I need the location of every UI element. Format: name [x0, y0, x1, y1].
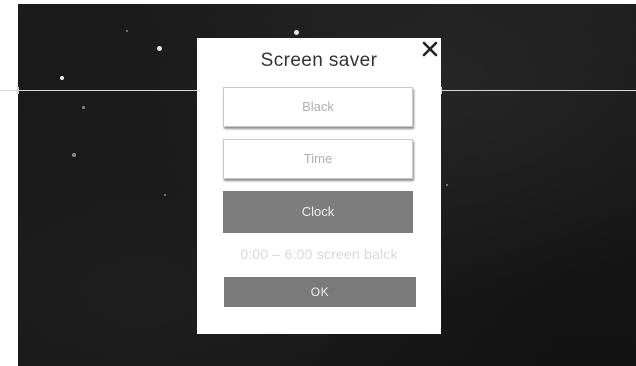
star — [82, 106, 85, 109]
divider-cap-left — [17, 87, 19, 94]
star — [60, 76, 64, 80]
star — [446, 184, 448, 186]
star — [72, 153, 76, 157]
schedule-hint: 0:00 – 6:00 screen balck — [240, 246, 398, 262]
option-black-button[interactable]: Black — [223, 87, 413, 127]
close-button[interactable] — [421, 38, 441, 64]
close-icon — [421, 38, 441, 64]
star — [294, 30, 299, 35]
option-clock-button[interactable]: Clock — [223, 191, 413, 233]
ok-button[interactable]: OK — [224, 277, 416, 307]
star — [126, 30, 128, 32]
option-time-button[interactable]: Time — [223, 139, 413, 179]
screen-saver-dialog: Screen saver Black Time Clock 0:00 – 6:0… — [197, 38, 441, 334]
star — [164, 194, 166, 196]
star — [157, 46, 162, 51]
dialog-title: Screen saver — [260, 50, 378, 71]
